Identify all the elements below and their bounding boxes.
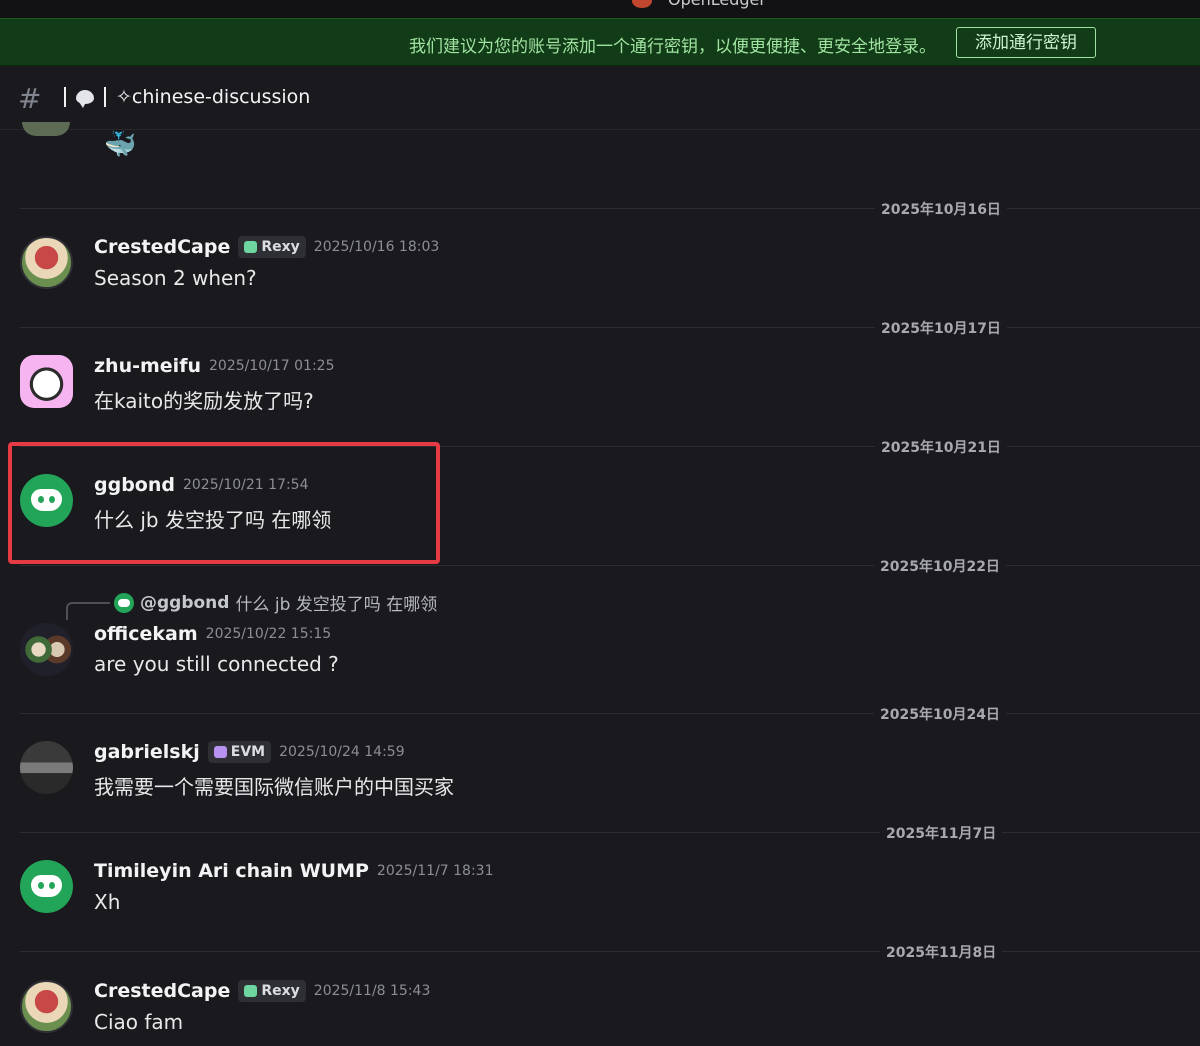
avatar[interactable]	[20, 623, 73, 676]
heart-icon	[244, 241, 258, 253]
reply-preview[interactable]: @ggbond 什么 jb 发空投了吗 在哪领	[66, 590, 438, 620]
message-text: are you still connected ?	[94, 652, 339, 676]
heart-icon	[244, 985, 258, 997]
username[interactable]: zhu-meifu	[94, 355, 201, 377]
username[interactable]: CrestedCape	[94, 236, 230, 258]
heart-icon	[213, 746, 227, 758]
hash-icon: #	[18, 82, 42, 115]
separator-bar	[104, 87, 106, 107]
date-divider-label: 2025年10月16日	[875, 199, 1007, 219]
message-timestamp: 2025/10/17 01:25	[209, 358, 335, 374]
date-divider-label: 2025年11月7日	[880, 823, 1003, 843]
date-divider-label: 2025年10月24日	[874, 704, 1006, 724]
discord-logo-icon	[31, 875, 62, 897]
highlight-annotation	[8, 442, 440, 564]
add-passkey-button[interactable]: 添加通行密钥	[956, 27, 1096, 58]
notice-text: 我们建议为您的账号添加一个通行密钥，以便更便捷、更安全地登录。	[409, 37, 936, 57]
date-divider	[20, 832, 1200, 833]
guild-tag-label: Rexy	[261, 239, 300, 255]
separator-bar	[64, 87, 66, 107]
date-divider-label: 2025年10月17日	[875, 318, 1007, 338]
guild-tag[interactable]: Rexy	[238, 236, 306, 258]
guild-tag[interactable]: EVM	[207, 741, 272, 763]
message-timestamp: 2025/10/22 15:15	[205, 626, 332, 642]
date-divider	[20, 713, 1200, 714]
reply-text: 什么 jb 发空投了吗 在哪领	[235, 595, 438, 615]
guild-tag-label: EVM	[230, 744, 266, 760]
avatar[interactable]	[20, 355, 73, 408]
message-timestamp: 2025/11/7 18:31	[376, 863, 494, 879]
channel-title: ✧chinese-discussion	[60, 86, 310, 108]
message-text: 在kaito的奖励发放了吗?	[94, 389, 314, 413]
avatar[interactable]	[20, 980, 73, 1033]
date-divider-label: 2025年11月8日	[880, 942, 1003, 962]
app-logo-icon	[632, 0, 652, 8]
date-divider	[20, 565, 1200, 566]
message-text: Ciao fam	[94, 1010, 184, 1034]
reply-connector	[66, 602, 110, 620]
avatar[interactable]	[20, 741, 73, 794]
channel-name: ✧chinese-discussion	[116, 86, 311, 108]
avatar[interactable]	[20, 860, 73, 913]
discord-logo-icon	[114, 592, 134, 613]
date-divider-label: 2025年10月22日	[874, 556, 1006, 576]
date-divider	[20, 951, 1200, 952]
username[interactable]: Timileyin Ari chain WUMP	[94, 860, 369, 882]
username[interactable]: officekam	[94, 623, 198, 645]
avatar[interactable]	[20, 236, 73, 289]
date-divider-label: 2025年10月21日	[875, 437, 1007, 457]
message-text: Season 2 when?	[94, 266, 257, 290]
avatar[interactable]	[22, 122, 70, 136]
message-text: Xh	[94, 890, 121, 914]
message-timestamp: 2025/10/16 18:03	[313, 239, 440, 255]
username[interactable]: CrestedCape	[94, 980, 230, 1002]
guild-tag-label: Rexy	[261, 983, 300, 999]
app-titlebar: OpenLedger	[0, 0, 1200, 18]
date-divider	[20, 327, 1200, 328]
guild-tag[interactable]: Rexy	[238, 980, 306, 1002]
app-title: OpenLedger	[668, 0, 766, 9]
reply-username[interactable]: @ggbond	[140, 593, 229, 613]
message-text: 我需要一个需要国际微信账户的中国买家	[94, 775, 454, 799]
message-timestamp: 2025/10/24 14:59	[279, 744, 405, 760]
username[interactable]: gabrielskj	[94, 741, 200, 763]
whale-emoji-icon: 🐳	[104, 130, 137, 160]
passkey-notice-bar: 我们建议为您的账号添加一个通行密钥，以便更便捷、更安全地登录。 添加通行密钥	[0, 18, 1200, 66]
speech-bubble-icon	[76, 90, 94, 108]
message-timestamp: 2025/11/8 15:43	[313, 983, 431, 999]
date-divider	[20, 208, 1200, 209]
channel-header: # ✧chinese-discussion	[0, 66, 1200, 130]
